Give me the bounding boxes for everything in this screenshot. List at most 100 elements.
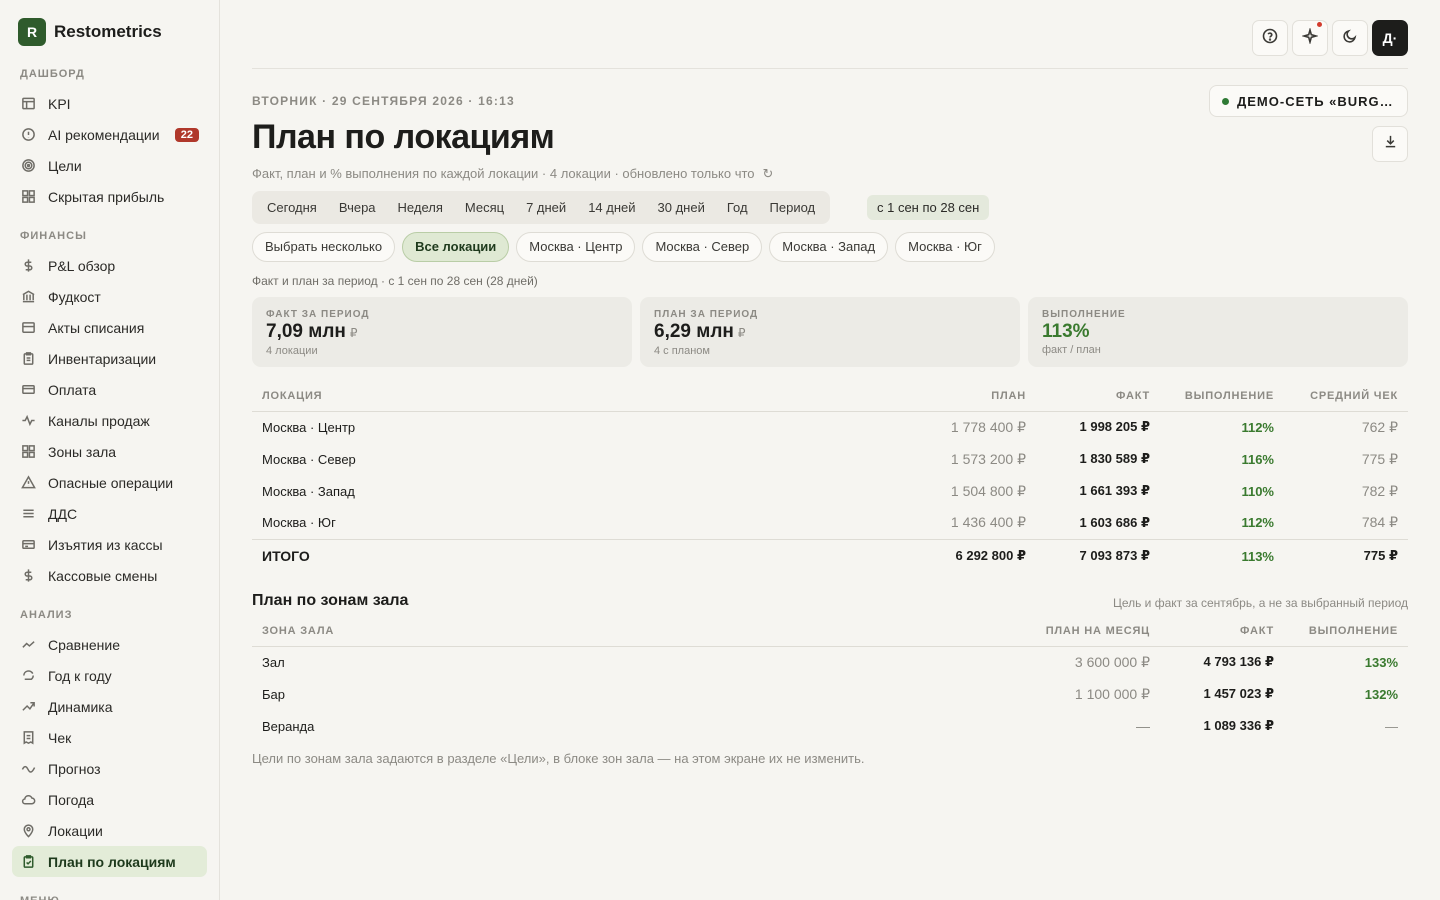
location-chip[interactable]: Выбрать несколько xyxy=(252,232,396,262)
notification-dot xyxy=(1317,22,1322,27)
period-tab[interactable]: Сегодня xyxy=(256,191,328,224)
period-tab[interactable]: 14 дней xyxy=(577,191,646,224)
sidebar-item-kpi[interactable]: KPI xyxy=(12,88,207,119)
column-header[interactable]: ВЫПОЛНЕНИЕ xyxy=(1160,381,1284,412)
sidebar-item-кассовые-смены[interactable]: Кассовые смены xyxy=(12,560,207,591)
location-chip[interactable]: Москва · Север xyxy=(642,232,763,262)
kpi-sub: 4 с планом xyxy=(654,345,710,357)
download-button[interactable] xyxy=(1372,126,1408,162)
sidebar-item-каналы-продаж[interactable]: Каналы продаж xyxy=(12,405,207,436)
sidebar-item-цели[interactable]: Цели xyxy=(12,150,207,181)
sidebar-item-локации[interactable]: Локации xyxy=(12,815,207,846)
dollar-icon xyxy=(20,258,36,274)
sidebar-item-label: Опасные операции xyxy=(48,474,174,491)
table-cell: 4 793 136 ₽ xyxy=(1203,654,1275,670)
sidebar-item-label: Зоны зала xyxy=(48,443,117,460)
column-header[interactable]: ЗОНА ЗАЛА xyxy=(252,616,980,647)
table-cell: Москва · Север xyxy=(262,451,356,467)
table-cell: 3 600 000 ₽ xyxy=(1074,653,1150,670)
period-range[interactable]: с 1 сен по 28 сен xyxy=(867,195,990,220)
theme-toggle-button[interactable] xyxy=(1332,20,1368,56)
sidebar-item-опасные-операции[interactable]: Опасные операции xyxy=(12,467,207,498)
sidebar-item-фудкост[interactable]: Фудкост xyxy=(12,281,207,312)
table-row[interactable]: Веранда — 1 089 336 ₽ — xyxy=(252,710,1408,742)
period-tab[interactable]: Неделя xyxy=(387,191,454,224)
sidebar-item-год-к-году[interactable]: Год к году xyxy=(12,660,207,691)
table-cell: 775 ₽ xyxy=(1361,450,1398,467)
column-header[interactable]: ФАКТ xyxy=(1036,381,1160,412)
period-tab[interactable]: Год xyxy=(716,191,759,224)
column-header[interactable]: ВЫПОЛНЕНИЕ xyxy=(1284,616,1408,647)
table-row[interactable]: Москва · Запад 1 504 800 ₽ 1 661 393 ₽ 110%… xyxy=(252,475,1408,507)
sidebar-item-ддс[interactable]: ДДС xyxy=(12,498,207,529)
sidebar-item-скрытая-прибыль[interactable]: Скрытая прибыль xyxy=(12,181,207,212)
total-cell: 6 292 800 ₽ xyxy=(856,538,1036,573)
column-header[interactable]: ПЛАН xyxy=(856,381,1036,412)
column-header[interactable]: СРЕДНИЙ ЧЕК xyxy=(1284,381,1408,412)
table-cell: Москва · Юг xyxy=(262,515,336,531)
sidebar-item-label: Кассовые смены xyxy=(48,567,158,584)
sidebar-item-label: ДДС xyxy=(48,505,78,522)
sidebar-item-p-l-обзор[interactable]: P&L обзор xyxy=(12,250,207,281)
refresh-icon[interactable]: ↻ xyxy=(763,166,774,182)
period-tab[interactable]: Период xyxy=(759,191,827,224)
kpi-label: ФАКТ ЗА ПЕРИОД xyxy=(266,309,370,320)
sidebar-item-инвентаризации[interactable]: Инвентаризации xyxy=(12,343,207,374)
sidebar-item-оплата[interactable]: Оплата xyxy=(12,374,207,405)
org-label: ДЕМО-СЕТЬ «BURGER xyxy=(1237,93,1397,109)
sidebar-item-динамика[interactable]: Динамика xyxy=(12,691,207,722)
kpi-sub: 4 локации xyxy=(266,345,318,357)
target-icon xyxy=(20,158,36,174)
table-row[interactable]: Москва · Центр 1 778 400 ₽ 1 998 205 ₽ 112%… xyxy=(252,411,1408,443)
receipt-icon xyxy=(20,730,36,746)
table-row[interactable]: Зал 3 600 000 ₽ 4 793 136 ₽ 133% xyxy=(252,646,1408,678)
sidebar-item-акты-списания[interactable]: Акты списания xyxy=(12,312,207,343)
ai-sparkle-button[interactable] xyxy=(1292,20,1328,56)
kpi-completion-card: ВЫПОЛНЕНИЕ 113% факт / план xyxy=(1028,297,1408,367)
trend-up-icon xyxy=(20,699,36,715)
kpi-sub: факт / план xyxy=(1042,344,1101,356)
dateline: ВТОРНИК · 29 СЕНТЯБРЯ 2026 · 16:13 xyxy=(252,94,515,108)
kpi-value: 113% xyxy=(1042,321,1090,342)
sidebar-item-прогноз[interactable]: Прогноз xyxy=(12,753,207,784)
column-header[interactable]: ПЛАН НА МЕСЯЦ xyxy=(980,616,1160,647)
total-cell: 7 093 873 ₽ xyxy=(1036,538,1160,573)
column-header[interactable]: ФАКТ xyxy=(1160,616,1284,647)
sidebar-item-label: P&L обзор xyxy=(48,257,116,274)
brand[interactable]: R Restometrics xyxy=(18,18,162,46)
dollar-icon xyxy=(20,568,36,584)
user-avatar[interactable]: Д· xyxy=(1372,20,1408,56)
table-cell: 112% xyxy=(1241,515,1274,531)
help-button[interactable] xyxy=(1252,20,1288,56)
column-header[interactable]: ЛОКАЦИЯ xyxy=(252,381,856,412)
location-chip[interactable]: Все локации xyxy=(402,232,510,262)
clipboard-icon xyxy=(20,351,36,367)
sidebar-item-label: Сравнение xyxy=(48,636,120,653)
period-tab[interactable]: Месяц xyxy=(454,191,515,224)
period-tab[interactable]: 30 дней xyxy=(647,191,716,224)
warning-icon xyxy=(20,475,36,491)
location-chip[interactable]: Москва · Центр xyxy=(516,232,636,262)
table-row[interactable]: Москва · Юг 1 436 400 ₽ 1 603 686 ₽ 112% 784… xyxy=(252,507,1408,539)
sidebar-item-погода[interactable]: Погода xyxy=(12,784,207,815)
activity-icon xyxy=(20,413,36,429)
sidebar-item-label: Акты списания xyxy=(48,319,145,336)
subtitle-text: Факт, план и % выполнения по каждой лока… xyxy=(252,166,755,181)
table-row[interactable]: Москва · Север 1 573 200 ₽ 1 830 589 ₽ 116%… xyxy=(252,443,1408,475)
table-row[interactable]: Бар 1 100 000 ₽ 1 457 023 ₽ 132% xyxy=(252,678,1408,710)
sidebar-item-сравнение[interactable]: Сравнение xyxy=(12,629,207,660)
period-tab[interactable]: 7 дней xyxy=(515,191,577,224)
location-chip[interactable]: Москва · Запад xyxy=(769,232,889,262)
table-icon xyxy=(20,96,36,112)
sidebar-item-ai-рекомендации[interactable]: AI рекомендации 22 xyxy=(12,119,207,150)
org-selector[interactable]: ДЕМО-СЕТЬ «BURGER xyxy=(1209,85,1408,117)
sidebar-item-чек[interactable]: Чек xyxy=(12,722,207,753)
table-cell: Москва · Центр xyxy=(262,419,356,435)
sidebar-item-план-по-локациям[interactable]: План по локациям xyxy=(12,846,207,877)
location-chip[interactable]: Москва · Юг xyxy=(895,232,995,262)
box-icon xyxy=(20,320,36,336)
sidebar-item-label: Каналы продаж xyxy=(48,412,150,429)
sidebar-item-зоны-зала[interactable]: Зоны зала xyxy=(12,436,207,467)
period-tab[interactable]: Вчера xyxy=(328,191,387,224)
sidebar-item-изъятия-из-кассы[interactable]: Изъятия из кассы xyxy=(12,529,207,560)
